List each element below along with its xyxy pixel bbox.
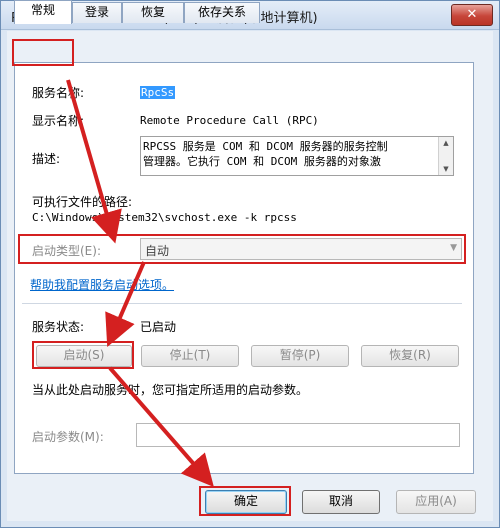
tab-dependencies[interactable]: 依存关系 (184, 2, 260, 23)
stop-button[interactable]: 停止(T) (141, 345, 239, 367)
close-button[interactable]: ✕ (451, 4, 493, 26)
ok-button[interactable]: 确定 (205, 490, 287, 514)
scroll-down-icon[interactable]: ▼ (439, 163, 453, 175)
display-name-label: 显示名称: (32, 114, 85, 128)
service-name-text: RpcSs (140, 86, 176, 99)
pause-button[interactable]: 暂停(P) (251, 345, 349, 367)
chevron-down-icon: ▼ (450, 243, 457, 253)
scroll-up-icon[interactable]: ▲ (439, 137, 453, 149)
service-name-label: 服务名称: (32, 86, 85, 100)
startup-type-select[interactable]: 自动 ▼ (140, 238, 462, 260)
close-icon: ✕ (466, 7, 478, 22)
description-scrollbar[interactable]: ▲ ▼ (438, 137, 453, 175)
startup-type-value: 自动 (145, 244, 170, 258)
tab-logon[interactable]: 登录 (72, 2, 122, 23)
start-button[interactable]: 启动(S) (36, 345, 132, 367)
start-params-label: 启动参数(M): (32, 430, 104, 444)
apply-button[interactable]: 应用(A) (396, 490, 476, 514)
description-label: 描述: (32, 152, 61, 166)
exe-path-label: 可执行文件的路径: (32, 195, 133, 209)
description-text: RPCSS 服务是 COM 和 DCOM 服务器的服务控制 管理器。它执行 CO… (143, 140, 388, 168)
startup-type-label: 启动类型(E): (32, 244, 101, 258)
service-status-label: 服务状态: (32, 320, 85, 334)
cancel-button[interactable]: 取消 (302, 490, 380, 514)
params-hint: 当从此处启动服务时，您可指定所适用的启动参数。 (32, 383, 309, 397)
exe-path-value: C:\Windows\system32\svchost.exe -k rpcss (32, 211, 297, 224)
start-params-input[interactable] (136, 423, 460, 447)
resume-button[interactable]: 恢复(R) (361, 345, 459, 367)
service-name-value[interactable]: RpcSs (140, 86, 176, 99)
service-status-value: 已启动 (140, 320, 177, 334)
tab-general[interactable]: 常规 (14, 0, 72, 24)
tab-recovery[interactable]: 恢复 (122, 2, 184, 23)
display-name-value: Remote Procedure Call (RPC) (140, 114, 319, 127)
section-divider (22, 303, 462, 304)
description-box[interactable]: RPCSS 服务是 COM 和 DCOM 服务器的服务控制 管理器。它执行 CO… (140, 136, 454, 176)
help-link[interactable]: 帮助我配置服务启动选项。 (30, 276, 174, 293)
